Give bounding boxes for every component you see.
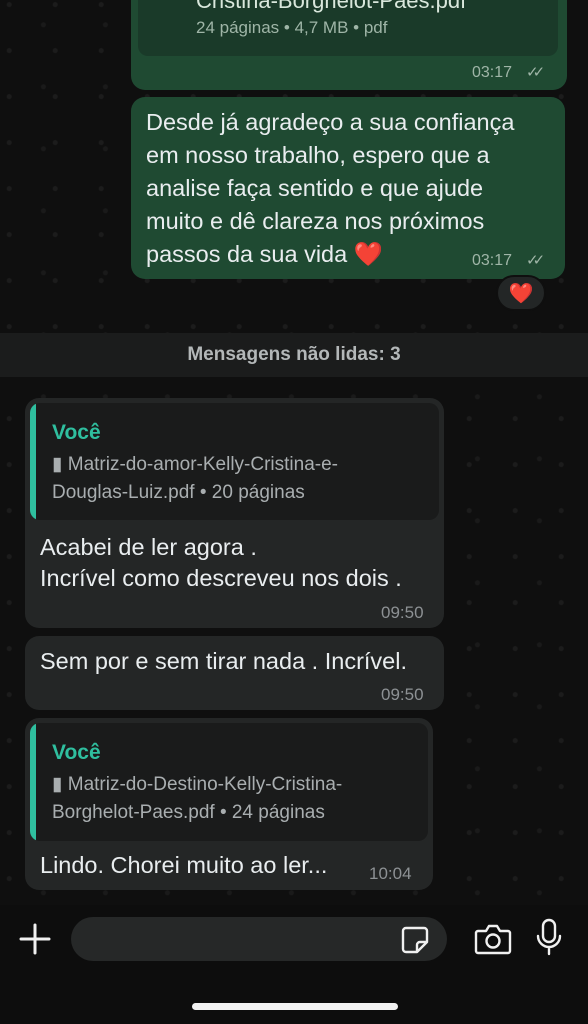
read-ticks-icon: ✓✓: [526, 64, 545, 81]
message-time: 03:17: [472, 64, 513, 81]
message-input[interactable]: [71, 917, 447, 961]
document-meta: 24 páginas • 4,7 MB • pdf: [196, 18, 388, 37]
unread-label: Mensagens não lidas: 3: [187, 344, 401, 365]
message-line: Acabei de ler agora .: [40, 534, 257, 560]
message-time: 10:04: [369, 864, 412, 883]
message-line: analise faça sentido e que ajude: [146, 175, 484, 201]
home-indicator[interactable]: [192, 1003, 398, 1010]
sticker-icon[interactable]: [400, 925, 430, 955]
quoted-message[interactable]: Você ▮ Matriz-do-Destino-Kelly-Cristina-…: [30, 723, 428, 841]
quote-accent-bar: [30, 723, 36, 841]
file-icon: ▮: [52, 774, 63, 795]
document-name: Cristina-Borghelot-Paes.pdf: [196, 0, 467, 13]
message-line: Sem por e sem tirar nada . Incrível.: [40, 648, 408, 674]
message-line: Desde já agradeço a sua confiança: [146, 109, 515, 135]
message-line: Incrível como descreveu nos dois .: [40, 565, 402, 591]
read-ticks-icon: ✓✓: [526, 252, 545, 269]
plus-icon[interactable]: [18, 922, 52, 956]
message-line: muito e dê clareza nos próximos: [146, 208, 485, 234]
quote-file-line: ▮ Matriz-do-Destino-Kelly-Cristina-: [52, 774, 343, 795]
quote-author: Você: [52, 741, 101, 764]
message-time: 09:50: [381, 603, 424, 622]
unread-messages-divider: Mensagens não lidas: 3: [0, 333, 588, 377]
message-time: 09:50: [381, 685, 424, 704]
quoted-message[interactable]: Você ▮ Matriz-do-amor-Kelly-Cristina-e- …: [30, 403, 439, 520]
microphone-icon[interactable]: [536, 918, 562, 956]
camera-icon[interactable]: [474, 922, 512, 956]
quote-accent-bar: [30, 403, 36, 520]
quote-file-line: Borghelot-Paes.pdf • 24 páginas: [52, 802, 325, 823]
quote-author: Você: [52, 421, 101, 444]
file-icon: ▮: [52, 454, 63, 475]
quote-file-line: Douglas-Luiz.pdf • 20 páginas: [52, 482, 305, 503]
quote-file-line: ▮ Matriz-do-amor-Kelly-Cristina-e-: [52, 454, 339, 475]
message-line: passos da sua vida ❤️: [146, 241, 383, 267]
message-time: 03:17: [472, 252, 513, 269]
reaction-badge[interactable]: ❤️: [496, 275, 546, 311]
message-line: Lindo. Chorei muito ao ler...: [40, 852, 328, 878]
message-line: em nosso trabalho, espero que a: [146, 142, 490, 168]
heart-reaction-icon: ❤️: [508, 282, 534, 305]
